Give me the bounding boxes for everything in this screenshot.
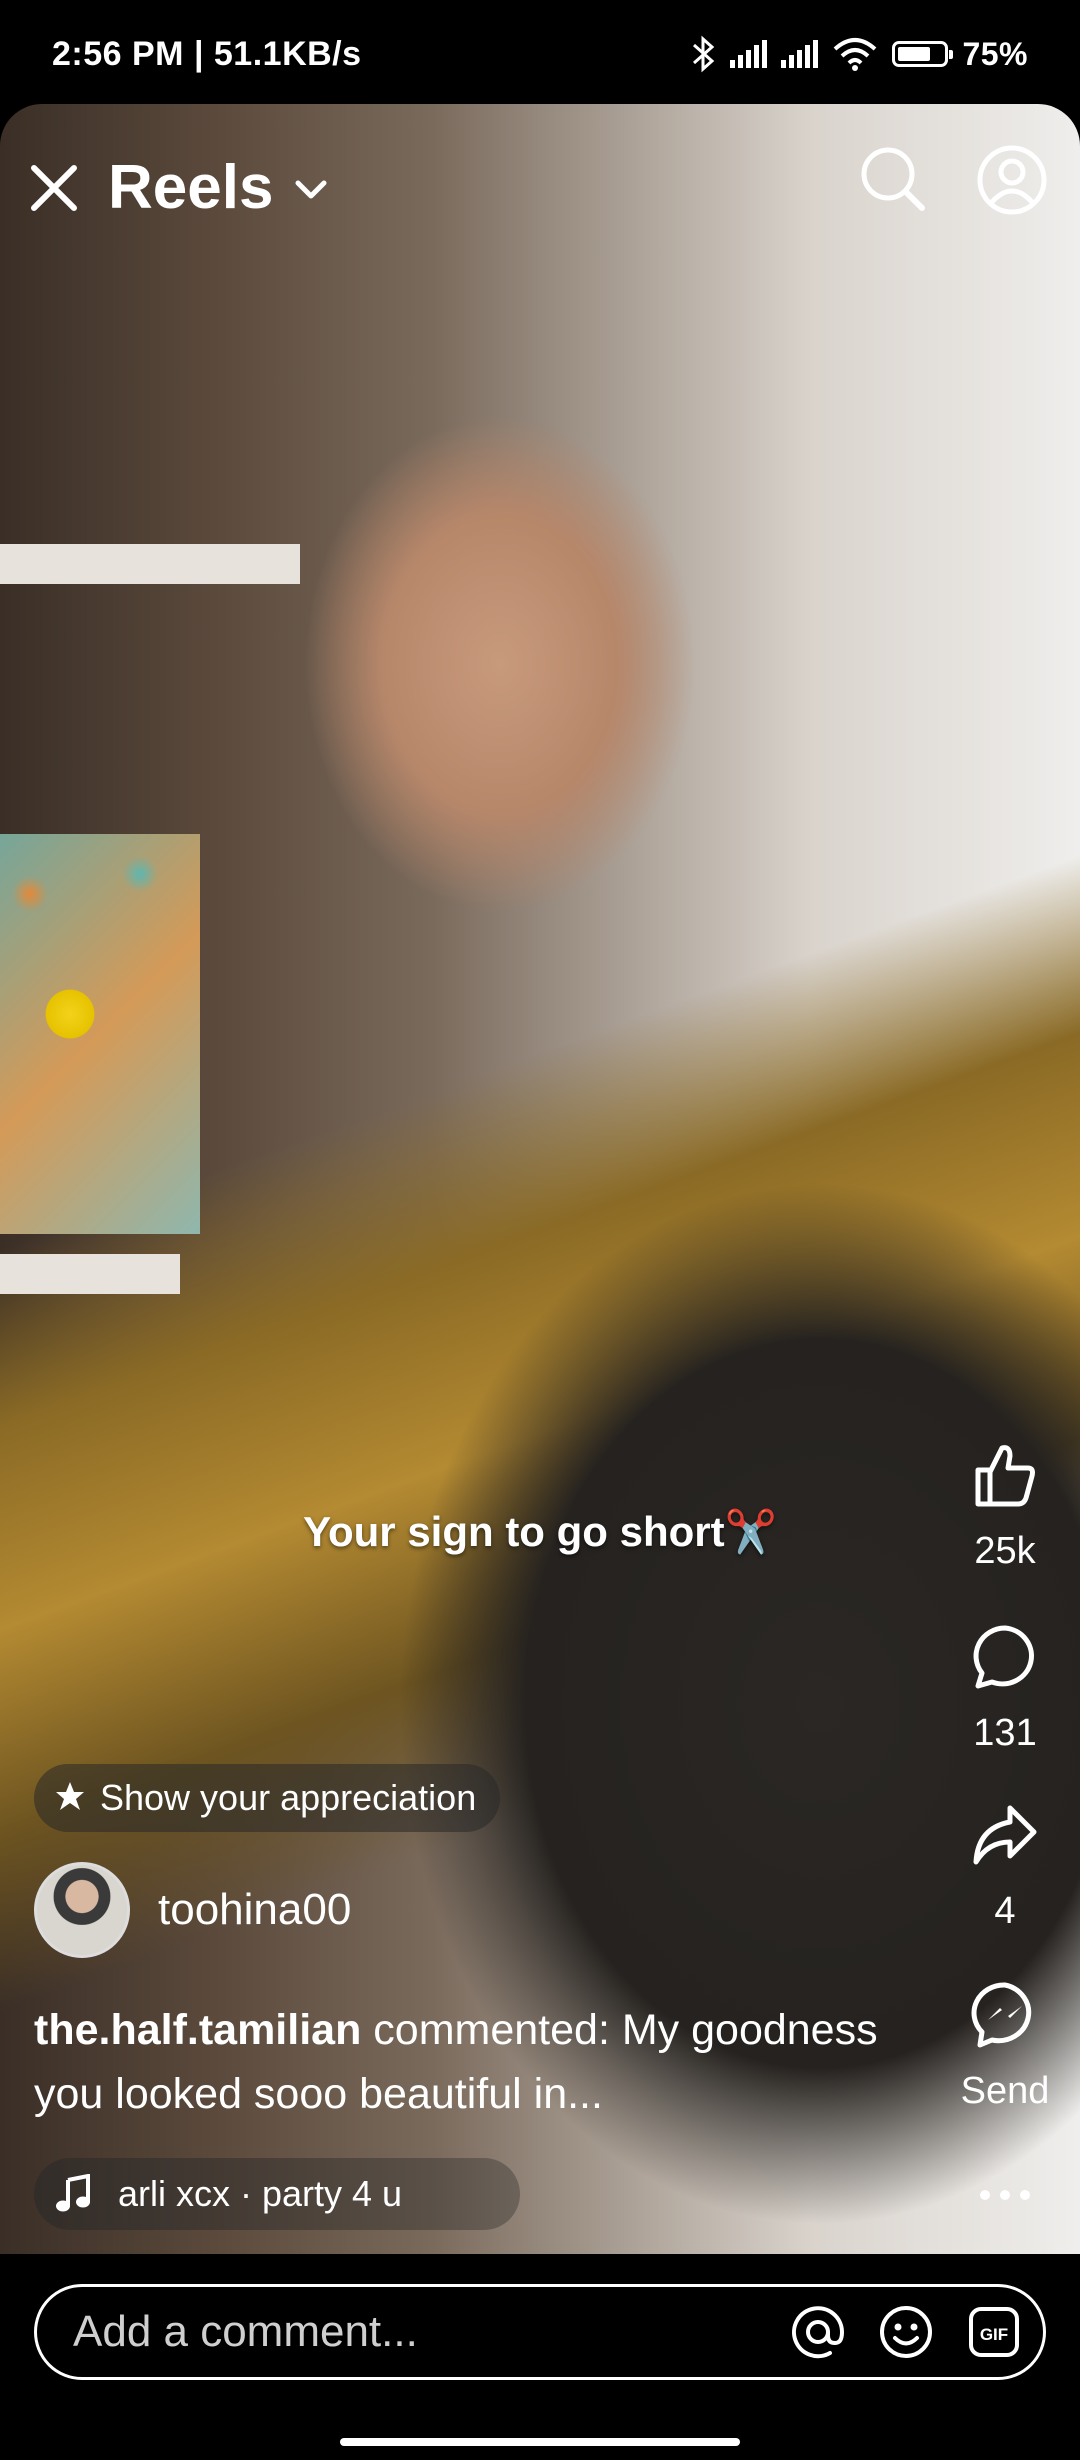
thumbs-up-icon[interactable] [970,1440,1040,1510]
status-time: 2:56 PM | 51.1KB/s [52,34,362,73]
music-track[interactable]: arli xcx · party 4 u [34,2158,520,2230]
share-arrow-icon[interactable] [970,1800,1040,1870]
appreciation-label: Show your appreciation [100,1777,477,1818]
send-action[interactable]: Send [930,1980,1080,2113]
battery-icon [892,41,954,67]
commenter-username[interactable]: the.half.tamilian [34,2006,361,2054]
author-username[interactable]: toohina00 [158,1885,351,1935]
emoji-icon[interactable] [877,2303,935,2361]
like-action[interactable]: 25k [930,1440,1080,1573]
comment-action[interactable]: 131 [930,1622,1080,1755]
battery-percent: 75% [962,35,1028,72]
svg-text:GIF: GIF [980,2325,1008,2344]
bluetooth-icon [693,35,715,73]
share-action[interactable]: 4 [930,1800,1080,1933]
wifi-icon [834,38,877,71]
shelf [0,544,300,584]
comment-bubble-icon[interactable] [970,1622,1040,1692]
background-painting [0,834,200,1234]
close-icon[interactable] [26,160,82,216]
search-icon[interactable] [858,144,928,214]
chevron-down-icon[interactable] [294,178,328,202]
author-row[interactable]: toohina00 [34,1862,351,1958]
video-overlay-text: Your sign to go short✂️ [303,1508,777,1555]
mention-icon[interactable] [789,2303,847,2361]
gif-icon[interactable]: GIF [965,2303,1023,2361]
music-note-icon [56,2174,90,2212]
reels-header: Reels [0,104,1080,264]
home-indicator [340,2438,740,2446]
comment-bar: GIF [0,2254,1080,2460]
like-count: 25k [974,1530,1036,1572]
shelf [0,1254,180,1294]
music-track-label: arli xcx · party 4 u [118,2173,403,2214]
signal-icon [781,40,819,68]
send-label: Send [960,2070,1050,2112]
comment-input[interactable] [71,2306,759,2358]
show-appreciation-button[interactable]: Show your appreciation [34,1764,501,1832]
avatar[interactable] [34,1862,130,1958]
signal-icon [730,40,768,68]
share-count: 4 [994,1890,1016,1932]
page-title[interactable]: Reels [108,152,273,223]
profile-icon[interactable] [976,144,1048,216]
messenger-icon[interactable] [970,1980,1040,2050]
more-options-button[interactable] [930,2172,1080,2215]
more-options-icon[interactable] [975,2185,1035,2205]
status-bar: 2:56 PM | 51.1KB/s 75% [0,0,1080,108]
comment-count: 131 [973,1712,1037,1754]
gift-sparkle-icon [56,1782,84,1810]
comment-preview[interactable]: the.half.tamilian commented: My goodness… [34,1998,914,2126]
comment-box[interactable]: GIF [34,2284,1046,2380]
